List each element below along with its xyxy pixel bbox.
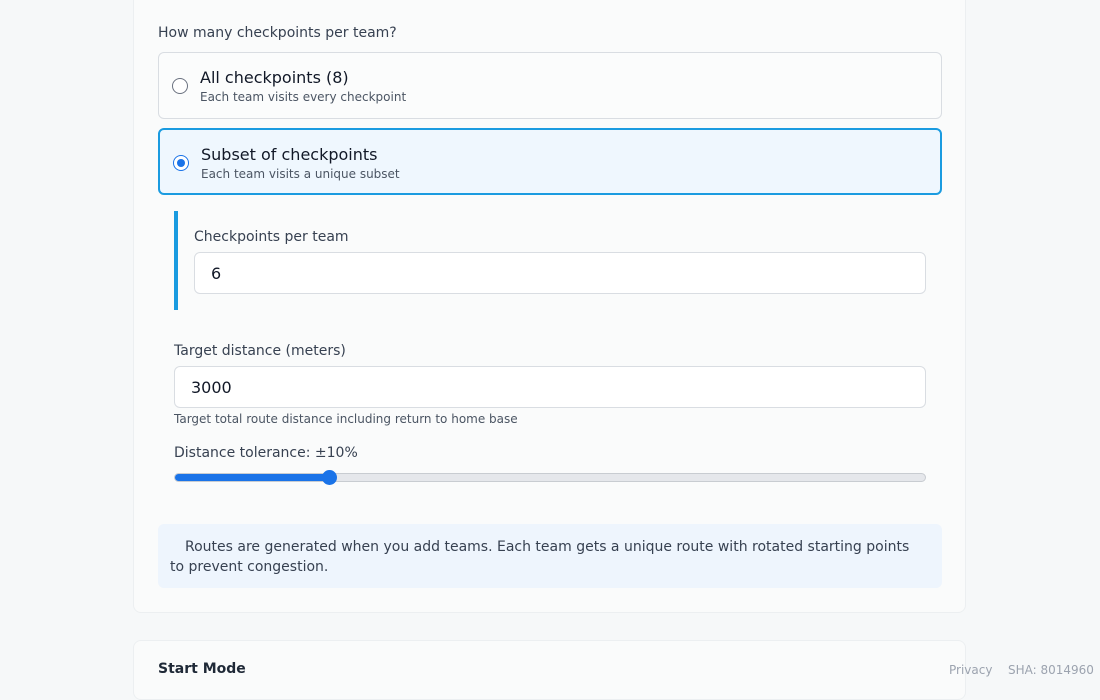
target-distance-input[interactable] — [174, 366, 926, 408]
sha-label: SHA: 8014960 — [1008, 663, 1094, 677]
radio-selected-dot — [176, 158, 185, 167]
slider-fill — [175, 474, 329, 481]
checkpoints-per-team-input[interactable] — [194, 252, 926, 294]
option-subset-checkpoints[interactable]: Subset of checkpoints Each team visits a… — [158, 128, 942, 195]
radio-subset-checkpoints[interactable] — [173, 155, 189, 171]
radio-all-checkpoints[interactable] — [172, 78, 188, 94]
distance-tolerance-slider[interactable] — [174, 470, 926, 485]
target-distance-label: Target distance (meters) — [174, 343, 346, 359]
target-distance-hint: Target total route distance including re… — [174, 412, 518, 426]
option-all-checkpoints-title: All checkpoints (8) — [200, 68, 349, 87]
checkpoints-per-team-label: Checkpoints per team — [194, 229, 349, 245]
start-mode-card — [133, 640, 966, 700]
route-info-text: Routes are generated when you add teams.… — [170, 539, 910, 575]
start-mode-heading: Start Mode — [158, 661, 246, 677]
checkpoints-question-label: How many checkpoints per team? — [158, 25, 397, 41]
privacy-link[interactable]: Privacy — [949, 663, 992, 677]
option-all-checkpoints-description: Each team visits every checkpoint — [200, 90, 407, 104]
option-all-checkpoints[interactable]: All checkpoints (8) Each team visits eve… — [158, 52, 942, 119]
slider-thumb[interactable] — [321, 470, 337, 485]
option-subset-checkpoints-description: Each team visits a unique subset — [201, 167, 400, 181]
distance-tolerance-label: Distance tolerance: ±10% — [174, 445, 358, 461]
route-info-box: Routes are generated when you add teams.… — [158, 524, 942, 588]
option-subset-checkpoints-title: Subset of checkpoints — [201, 145, 378, 164]
